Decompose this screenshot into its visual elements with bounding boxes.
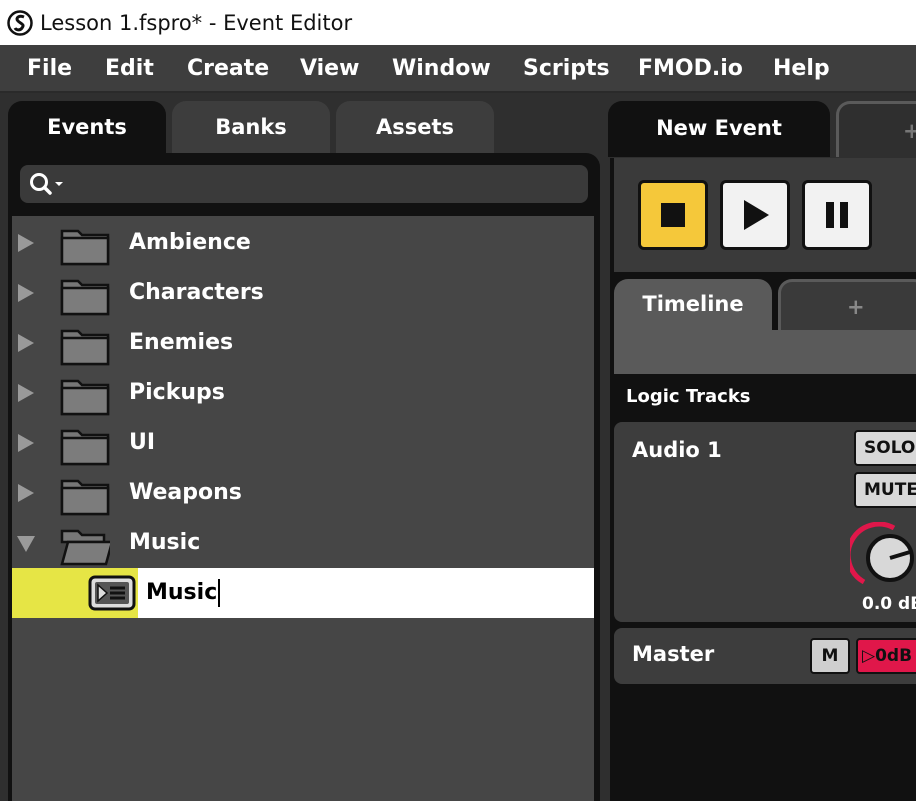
tab-assets[interactable]: Assets: [336, 101, 494, 155]
folder-icon: [60, 279, 110, 316]
folder-label: Characters: [129, 280, 264, 305]
menu-scripts[interactable]: Scripts: [523, 45, 610, 93]
tree-folder-pickups[interactable]: Pickups: [12, 368, 594, 418]
tree-folder-ambience[interactable]: Ambience: [12, 218, 594, 268]
tree-event-music[interactable]: Music: [12, 568, 594, 618]
stop-icon: [661, 203, 685, 227]
event-editor-panel: New Event + Timeline + Logic Tracks Audi…: [604, 93, 916, 801]
folder-icon: [60, 479, 110, 516]
solo-button[interactable]: SOLO: [854, 430, 916, 466]
folder-label: Ambience: [129, 230, 251, 255]
tab-new-event[interactable]: New Event: [608, 101, 830, 157]
master-track[interactable]: Master M ▷0dB: [614, 628, 916, 684]
menu-help[interactable]: Help: [773, 45, 830, 93]
logic-tracks-label: Logic Tracks: [626, 386, 751, 407]
expand-arrow-icon[interactable]: [16, 232, 36, 254]
pause-button[interactable]: [802, 180, 872, 250]
add-event-tab-button[interactable]: +: [836, 101, 916, 157]
menu-window[interactable]: Window: [392, 45, 491, 93]
event-icon: [88, 575, 136, 611]
audio-track[interactable]: Audio 1 SOLO MUTE 0.0 dB: [614, 422, 916, 622]
text-caret: [218, 579, 221, 607]
event-editor: Timeline + Logic Tracks Audio 1 SOLO MUT…: [610, 158, 916, 801]
search-input[interactable]: [20, 165, 588, 203]
fmod-logo-icon: [7, 9, 33, 36]
menu-fmod-io[interactable]: FMOD.io: [638, 45, 743, 93]
timeline-ruler[interactable]: [614, 330, 916, 374]
menu-bar: File Edit Create View Window Scripts FMO…: [0, 45, 916, 93]
folder-label: UI: [129, 430, 156, 455]
folder-icon: [60, 379, 110, 416]
master-track-name: Master: [632, 642, 715, 666]
play-button[interactable]: [720, 180, 790, 250]
collapse-arrow-icon[interactable]: [16, 532, 36, 554]
folder-icon: [60, 229, 110, 266]
tab-events[interactable]: Events: [8, 101, 166, 155]
stop-button[interactable]: [638, 180, 708, 250]
pause-icon: [826, 202, 848, 228]
tab-banks[interactable]: Banks: [172, 101, 330, 155]
folder-icon: [60, 429, 110, 466]
search-icon: [30, 173, 63, 195]
expand-arrow-icon[interactable]: [16, 432, 36, 454]
tree-folder-ui[interactable]: UI: [12, 418, 594, 468]
menu-file[interactable]: File: [27, 45, 72, 93]
title-bar: Lesson 1.fspro* - Event Editor: [0, 0, 916, 45]
play-icon: [744, 200, 769, 230]
event-tree: Ambience Characters Enemies Pickups UI W…: [12, 216, 594, 801]
master-level-meter[interactable]: ▷0dB: [856, 638, 916, 674]
event-browser: Ambience Characters Enemies Pickups UI W…: [8, 153, 600, 801]
tree-folder-enemies[interactable]: Enemies: [12, 318, 594, 368]
expand-arrow-icon[interactable]: [16, 282, 36, 304]
volume-value: 0.0 dB: [862, 594, 916, 614]
menu-edit[interactable]: Edit: [105, 45, 154, 93]
open-folder-icon: [60, 529, 110, 566]
folder-label: Enemies: [129, 330, 234, 355]
event-browser-panel: Events Banks Assets Ambience Characters: [0, 93, 604, 801]
mute-button[interactable]: MUTE: [854, 472, 916, 508]
master-mute-button[interactable]: M: [810, 638, 850, 674]
menu-view[interactable]: View: [300, 45, 359, 93]
expand-arrow-icon[interactable]: [16, 382, 36, 404]
expand-arrow-icon[interactable]: [16, 332, 36, 354]
window-title: Lesson 1.fspro* - Event Editor: [40, 10, 353, 35]
folder-label: Pickups: [129, 380, 225, 405]
rename-event-text: Music: [146, 580, 218, 605]
folder-icon: [60, 329, 110, 366]
menu-create[interactable]: Create: [187, 45, 269, 93]
tree-folder-music[interactable]: Music: [12, 518, 594, 568]
expand-arrow-icon[interactable]: [16, 482, 36, 504]
track-name: Audio 1: [632, 438, 722, 462]
volume-knob-icon[interactable]: [850, 522, 916, 592]
tree-folder-characters[interactable]: Characters: [12, 268, 594, 318]
rename-event-input[interactable]: Music: [146, 568, 221, 618]
transport-bar: [614, 158, 916, 272]
tree-folder-weapons[interactable]: Weapons: [12, 468, 594, 518]
add-parameter-sheet-button[interactable]: +: [778, 279, 916, 331]
folder-label: Music: [129, 530, 201, 555]
folder-label: Weapons: [129, 480, 242, 505]
tab-timeline[interactable]: Timeline: [614, 279, 772, 331]
